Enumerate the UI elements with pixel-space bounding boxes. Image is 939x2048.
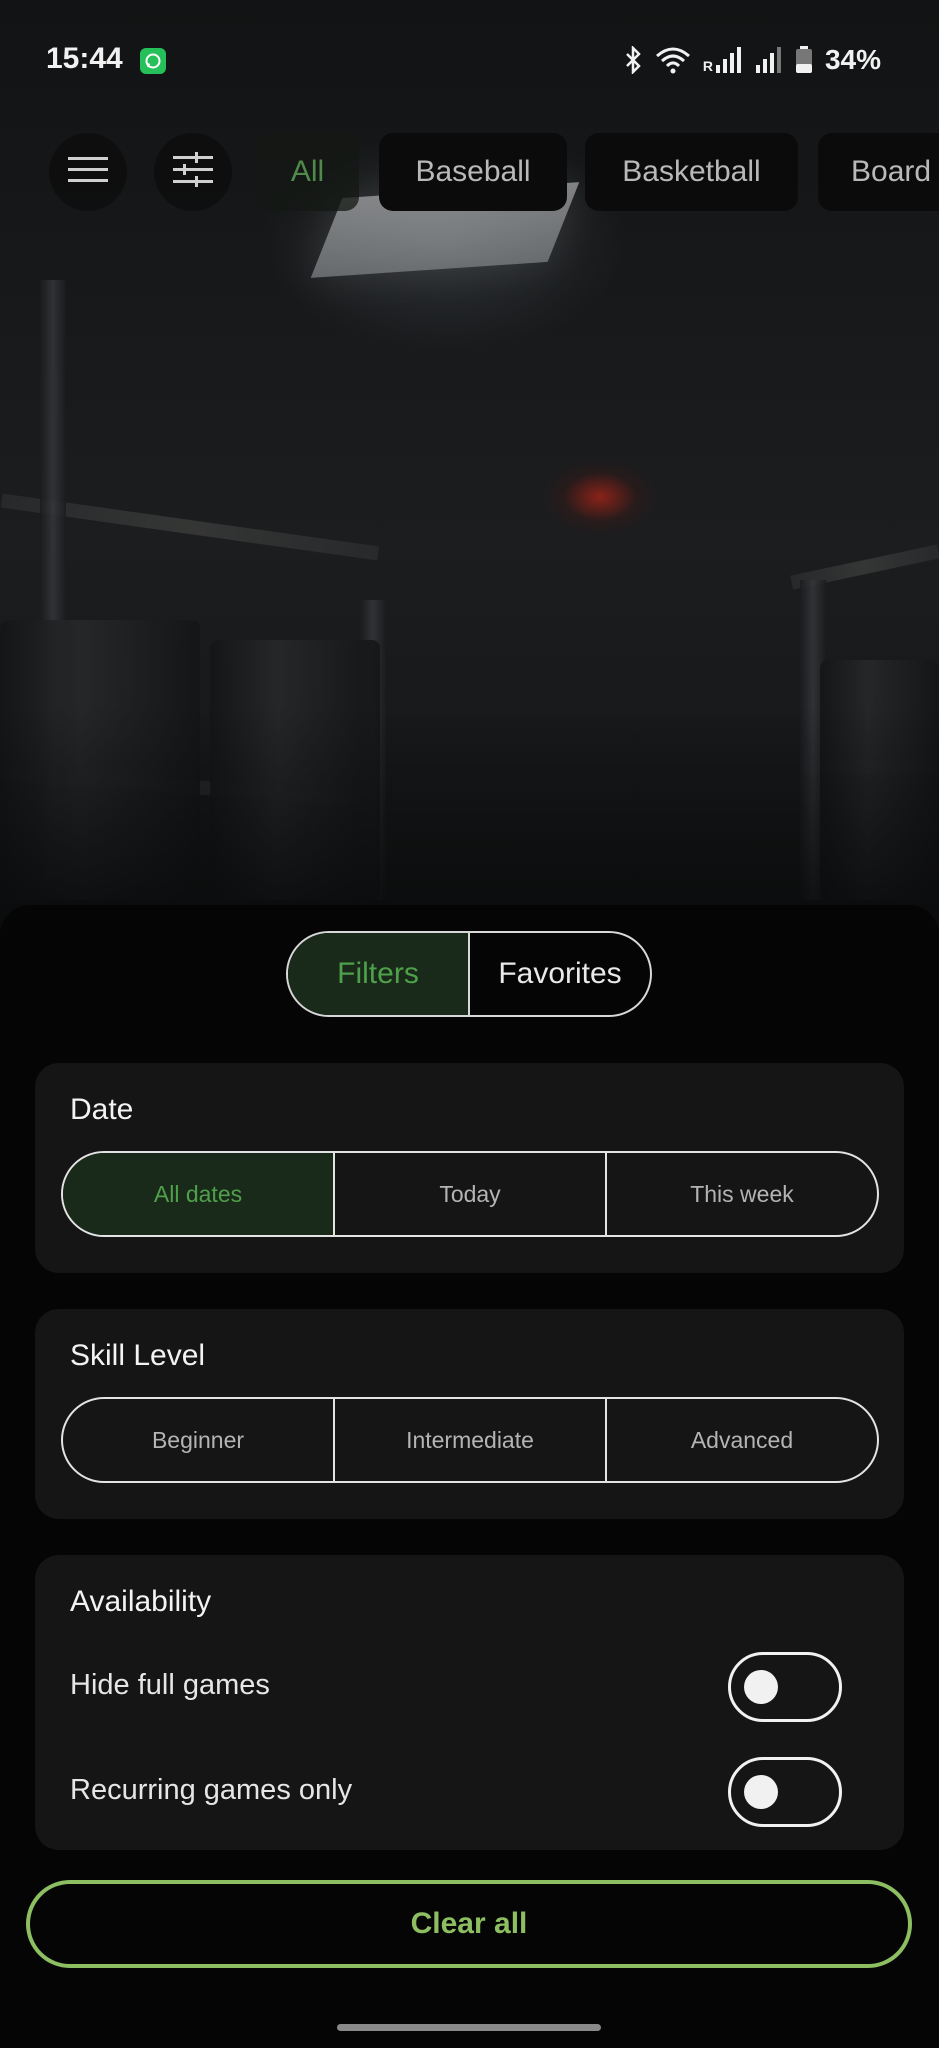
sheet-tabs: Filters Favorites [286,931,652,1017]
scene-shade [0,705,939,905]
hide-full-games-toggle[interactable] [728,1652,842,1722]
clear-all-button[interactable]: Clear all [26,1880,912,1968]
sliders-icon [173,151,213,193]
skill-option-beginner[interactable]: Beginner [63,1399,335,1481]
date-title: Date [70,1093,134,1126]
recurring-games-toggle[interactable] [728,1757,842,1827]
skill-card: Skill Level Beginner Intermediate Advanc… [35,1309,904,1519]
bluetooth-icon [625,46,643,74]
battery-icon [795,46,813,74]
skill-options: Beginner Intermediate Advanced [61,1397,879,1483]
skill-title: Skill Level [70,1339,206,1372]
date-options: All dates Today This week [61,1151,879,1237]
availability-title: Availability [70,1585,212,1618]
category-bar: All Baseball Basketball Board [0,133,939,217]
date-option-this-week[interactable]: This week [607,1153,877,1235]
category-chip-board[interactable]: Board [818,133,939,211]
menu-icon [68,155,108,190]
status-time: 15:44 [46,42,123,75]
availability-card: Availability Hide full games Recurring g… [35,1555,904,1850]
toggle-knob [744,1775,778,1809]
skill-option-advanced[interactable]: Advanced [607,1399,877,1481]
toggle-knob [744,1670,778,1704]
category-chip-basketball[interactable]: Basketball [585,133,798,211]
recurring-games-label: Recurring games only [70,1774,353,1806]
wifi-icon [655,46,691,74]
roaming-indicator: R [702,58,713,74]
date-option-today[interactable]: Today [335,1153,607,1235]
filter-button[interactable] [154,133,232,211]
signal-icon [715,46,743,74]
tab-filters[interactable]: Filters [288,933,470,1015]
date-option-all-dates[interactable]: All dates [63,1153,335,1235]
tab-favorites[interactable]: Favorites [470,933,650,1015]
hide-full-games-label: Hide full games [70,1669,270,1701]
home-indicator [337,2024,601,2031]
status-bar: 15:44 R 34% [0,0,939,120]
category-chip-all[interactable]: All [256,133,359,211]
battery-percent: 34% [824,44,881,75]
date-card: Date All dates Today This week [35,1063,904,1273]
filter-sheet: Filters Favorites Date All dates Today T… [0,905,939,2048]
whatsapp-icon [140,48,166,74]
status-icons: R 34% [625,44,881,76]
skill-option-intermediate[interactable]: Intermediate [335,1399,607,1481]
signal-icon [755,46,783,74]
menu-button[interactable] [49,133,127,211]
category-chip-baseball[interactable]: Baseball [379,133,567,211]
